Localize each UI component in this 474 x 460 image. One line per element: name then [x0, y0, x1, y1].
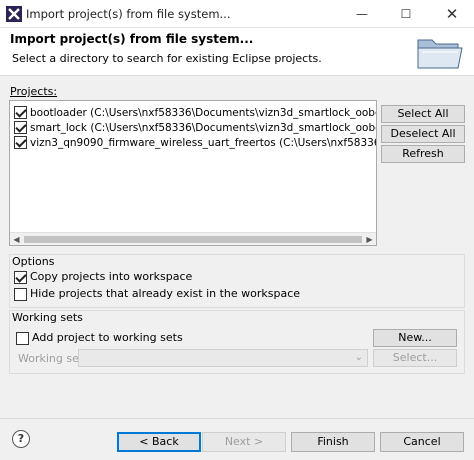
hide-projects-checkbox-row[interactable]: Hide projects that already exist in the … [14, 286, 300, 302]
project-checkbox[interactable] [14, 120, 27, 134]
banner-title: Import project(s) from file system... [10, 32, 254, 46]
window-title: Import project(s) from file system... [26, 7, 231, 21]
scroll-left-icon[interactable]: ◀ [10, 233, 23, 245]
copy-projects-label: Copy projects into workspace [30, 270, 193, 283]
back-button[interactable]: < Back [117, 432, 201, 452]
project-label: smart_lock (C:\Users\nxf58336\Documents\… [30, 122, 376, 134]
project-label: vizn3_qn9090_firmware_wireless_uart_free… [30, 137, 376, 149]
scroll-right-icon[interactable]: ▶ [363, 233, 376, 245]
new-working-set-button[interactable]: New... [373, 329, 457, 347]
folder-icon [417, 39, 463, 69]
select-working-set-button[interactable]: Select... [373, 349, 457, 367]
add-project-label: Add project to working sets [32, 331, 183, 344]
select-all-button[interactable]: Select All [381, 105, 465, 123]
hide-projects-checkbox[interactable] [14, 287, 27, 301]
working-sets-label: Working sets [12, 311, 83, 324]
cancel-button[interactable]: Cancel [380, 432, 464, 452]
banner-description: Select a directory to search for existin… [12, 52, 322, 65]
options-label: Options [12, 255, 55, 268]
working-sets-combo[interactable]: ⌄ [78, 349, 368, 367]
minimize-button[interactable]: — [340, 0, 384, 28]
copy-projects-checkbox[interactable] [14, 270, 27, 284]
projects-list[interactable]: bootloader (C:\Users\nxf58336\Documents\… [9, 100, 377, 246]
finish-button[interactable]: Finish [291, 432, 375, 452]
copy-projects-checkbox-row[interactable]: Copy projects into workspace [14, 269, 192, 285]
app-icon [6, 6, 22, 22]
close-button[interactable]: ✕ [430, 0, 474, 28]
maximize-button[interactable]: ☐ [384, 0, 428, 28]
refresh-button[interactable]: Refresh [381, 145, 465, 163]
window-titlebar: Import project(s) from file system... — … [0, 0, 474, 28]
projects-label: Projects: [10, 85, 58, 98]
next-button[interactable]: Next > [202, 432, 286, 452]
wizard-banner: Import project(s) from file system... Se… [0, 28, 474, 76]
project-checkbox[interactable] [14, 105, 27, 119]
add-project-checkbox[interactable] [16, 331, 29, 345]
project-label: bootloader (C:\Users\nxf58336\Documents\… [30, 107, 376, 119]
deselect-all-button[interactable]: Deselect All [381, 125, 465, 143]
scrollbar-thumb[interactable] [24, 236, 362, 243]
help-icon[interactable]: ? [12, 430, 30, 448]
footer-separator [0, 418, 474, 419]
add-project-checkbox-row[interactable]: Add project to working sets [16, 330, 183, 346]
chevron-down-icon: ⌄ [354, 352, 363, 363]
hide-projects-label: Hide projects that already exist in the … [30, 287, 301, 300]
project-checkbox[interactable] [14, 135, 27, 149]
horizontal-scrollbar[interactable]: ◀ ▶ [10, 232, 376, 245]
project-row[interactable]: vizn3_qn9090_firmware_wireless_uart_free… [14, 135, 376, 151]
project-row[interactable]: bootloader (C:\Users\nxf58336\Documents\… [14, 105, 376, 121]
project-row[interactable]: smart_lock (C:\Users\nxf58336\Documents\… [14, 120, 376, 136]
